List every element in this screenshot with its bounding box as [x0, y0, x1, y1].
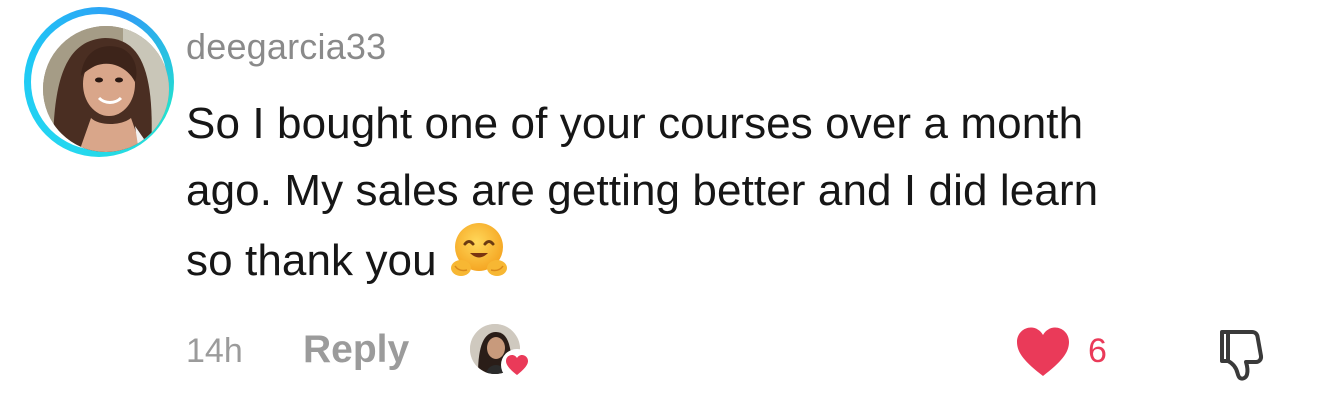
comment-footer: 14h Reply 6 — [0, 322, 1320, 382]
comment-text-line: so thank you — [186, 223, 1286, 303]
like-count: 6 — [1088, 332, 1107, 370]
avatar-image — [43, 26, 169, 152]
heart-icon — [1017, 327, 1069, 376]
comment-username[interactable]: deegarcia33 — [186, 26, 386, 68]
comment-text-line: So I bought one of your courses over a m… — [186, 99, 1084, 148]
comment-item: deegarcia33 So I bought one of your cour… — [0, 0, 1320, 407]
heart-badge-icon — [500, 348, 534, 382]
hugging-face-icon — [449, 220, 509, 299]
liked-by-creator-badge — [470, 324, 534, 382]
reply-button[interactable]: Reply — [303, 328, 409, 372]
like-button[interactable] — [1015, 326, 1071, 378]
dislike-button[interactable] — [1212, 326, 1270, 384]
thumbs-down-icon — [1220, 330, 1264, 381]
comment-text: So I bought one of your courses over a m… — [186, 90, 1286, 303]
comment-timestamp: 14h — [186, 332, 243, 370]
comment-text-line: ago. My sales are getting better and I d… — [186, 166, 1099, 215]
avatar[interactable] — [24, 7, 174, 157]
